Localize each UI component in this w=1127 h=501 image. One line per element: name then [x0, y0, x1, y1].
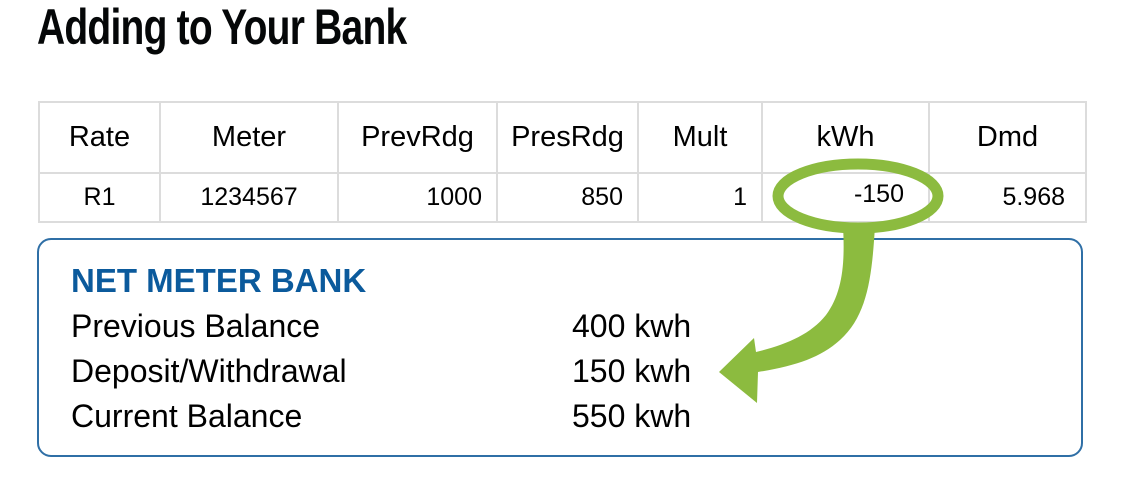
column-header-kwh: kWh [761, 101, 930, 174]
current-balance-value: 550 kwh [572, 398, 692, 434]
deposit-withdrawal-value: 150 kwh [572, 353, 692, 389]
cell-presrdg: 850 [496, 172, 639, 223]
column-header-prevrdg: PrevRdg [337, 101, 498, 174]
cell-meter: 1234567 [159, 172, 339, 223]
net-meter-bank-box: NET METER BANK Previous Balance 400 kwh … [37, 238, 1083, 457]
page-title: Adding to Your Bank [37, 0, 407, 55]
column-header-dmd: Dmd [928, 101, 1087, 174]
bill-table: Rate Meter PrevRdg PresRdg Mult kWh Dmd … [38, 101, 1087, 223]
column-header-meter: Meter [159, 101, 339, 174]
deposit-withdrawal-label: Deposit/Withdrawal [71, 353, 347, 389]
bank-title: NET METER BANK [71, 262, 367, 299]
cell-mult: 1 [637, 172, 763, 223]
cell-prevrdg: 1000 [337, 172, 498, 223]
cell-kwh: -150 [761, 172, 930, 223]
column-header-mult: Mult [637, 101, 763, 174]
column-header-presrdg: PresRdg [496, 101, 639, 174]
current-balance-label: Current Balance [71, 398, 303, 434]
column-header-rate: Rate [38, 101, 161, 174]
table-header-row: Rate Meter PrevRdg PresRdg Mult kWh Dmd [38, 101, 1087, 174]
table-row: R1 1234567 1000 850 1 -150 5.968 [38, 172, 1087, 223]
previous-balance-label: Previous Balance [71, 308, 321, 344]
previous-balance-value: 400 kwh [572, 308, 692, 344]
cell-dmd: 5.968 [928, 172, 1087, 223]
cell-rate: R1 [38, 172, 161, 223]
